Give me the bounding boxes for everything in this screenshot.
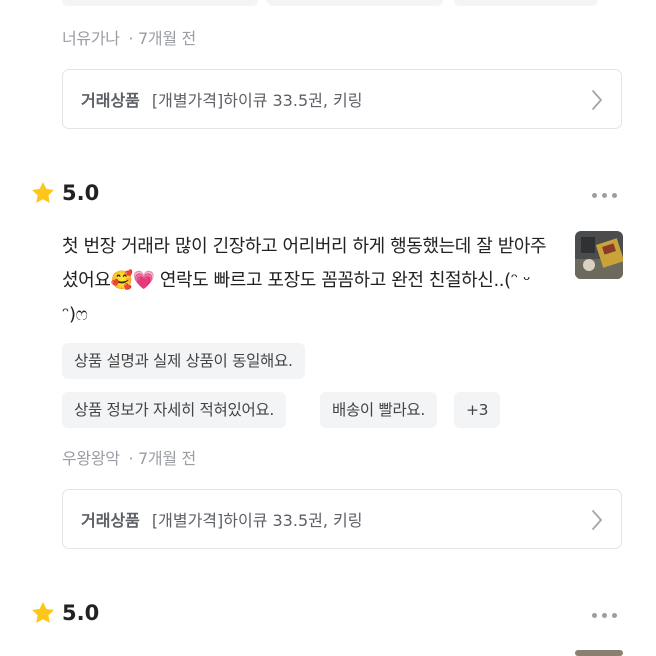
traded-product-label: 거래상품 bbox=[81, 91, 140, 110]
review-photo-thumbnail[interactable] bbox=[575, 650, 623, 656]
review-meta: 너유가나 · 7개월 전 bbox=[62, 25, 196, 49]
star-icon bbox=[32, 181, 54, 203]
star-icon bbox=[32, 601, 54, 623]
review-rating: 5.0 bbox=[30, 600, 99, 626]
review-tag: 배송이 빨라요. bbox=[320, 392, 438, 428]
review-photo-image bbox=[575, 231, 623, 279]
rating-score: 5.0 bbox=[62, 601, 100, 625]
more-options-button[interactable] bbox=[592, 193, 617, 198]
traded-product-label: 거래상품 bbox=[81, 511, 140, 530]
review-photo-thumbnail[interactable] bbox=[575, 231, 623, 279]
author-name[interactable]: 너유가나 bbox=[62, 29, 120, 48]
traded-product-name: [개별가격]하이큐 33.5권, 키링 bbox=[151, 511, 363, 530]
review-text: 첫 번장 거래라 많이 긴장하고 어리버리 하게 행동했는데 잘 받아주셨어요🥰… bbox=[62, 236, 547, 325]
author-name[interactable]: 우왕왕악 bbox=[62, 449, 120, 468]
chevron-right-icon bbox=[592, 510, 602, 530]
traded-product-link[interactable]: 거래상품 [개별가격]하이큐 33.5권, 키링 bbox=[62, 489, 622, 549]
more-dots-icon bbox=[592, 613, 597, 618]
review-rating: 5.0 bbox=[30, 180, 99, 206]
review-time: · 7개월 전 bbox=[128, 29, 196, 48]
review-time: · 7개월 전 bbox=[128, 449, 196, 468]
traded-product-link[interactable]: 거래상품 [개별가격]하이큐 33.5권, 키링 bbox=[62, 69, 622, 129]
chevron-right-icon bbox=[592, 90, 602, 110]
more-options-button[interactable] bbox=[592, 613, 617, 618]
rating-score: 5.0 bbox=[62, 181, 100, 205]
tag-chip-partial bbox=[62, 0, 258, 6]
more-dots-icon bbox=[592, 193, 597, 198]
review-tag: 상품 정보가 자세히 적혀있어요. bbox=[62, 392, 286, 428]
more-tags-button[interactable]: +3 bbox=[454, 392, 501, 428]
review-tag: 상품 설명과 실제 상품이 동일해요. bbox=[62, 343, 305, 379]
tag-chip-partial bbox=[267, 0, 443, 6]
review-meta: 우왕왕악 · 7개월 전 bbox=[62, 445, 196, 469]
tag-chip-partial bbox=[454, 0, 598, 6]
traded-product-name: [개별가격]하이큐 33.5권, 키링 bbox=[151, 91, 363, 110]
